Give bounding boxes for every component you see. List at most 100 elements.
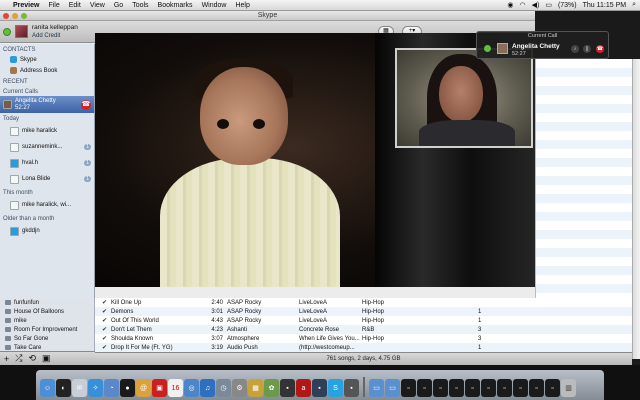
menu-file[interactable]: File <box>48 2 59 9</box>
table-row[interactable]: ✔ Out Of This World 4:43 ASAP Rocky LiveLove… <box>95 316 632 325</box>
presence-status-icon[interactable] <box>3 27 11 36</box>
minimized-window-icon[interactable]: ▫ <box>401 379 416 397</box>
hangup-button[interactable]: ☎ <box>81 99 91 110</box>
zoom-window-icon[interactable] <box>21 13 27 19</box>
checkbox-icon[interactable]: ✔ <box>102 299 107 306</box>
add-credit-link[interactable]: Add Credit <box>32 32 78 40</box>
track-genre: Hip-Hop <box>362 308 385 315</box>
table-row[interactable]: ✔ Don't Let Them 4:23 Ashanti Concrete Rose R… <box>95 325 632 334</box>
playlist-item[interactable]: House Of Balloons <box>0 307 94 316</box>
artwork-icon[interactable]: ▣ <box>42 353 51 364</box>
playlist-item[interactable]: mike <box>0 316 94 325</box>
menu-go[interactable]: Go <box>114 2 123 9</box>
app-icon[interactable]: ▪ <box>280 379 295 397</box>
ichat-icon[interactable]: ◔ <box>104 379 119 397</box>
sidebar-item-recent[interactable]: mike haralick <box>0 123 94 139</box>
sidebar-item-recent[interactable]: Lona Blide 1 <box>0 171 94 187</box>
sidebar-item-address-book[interactable]: Address Book <box>0 65 94 76</box>
add-playlist-icon[interactable]: + <box>4 354 9 364</box>
lastfm-icon[interactable]: a <box>296 379 311 397</box>
hud-hangup-button[interactable]: ☎ <box>596 45 604 53</box>
ical-icon[interactable]: 16 <box>168 379 183 397</box>
checkbox-icon[interactable]: ✔ <box>102 326 107 333</box>
minimize-window-icon[interactable] <box>12 13 18 19</box>
checkbox-icon[interactable]: ✔ <box>102 308 107 315</box>
playlist-icon <box>5 336 11 341</box>
repeat-icon[interactable]: ⟲ <box>28 353 36 364</box>
sidebar-item-skype[interactable]: Skype <box>0 54 94 65</box>
mail-icon[interactable]: ✉ <box>72 379 87 397</box>
minimized-window-icon[interactable]: ▫ <box>513 379 528 397</box>
table-row[interactable]: ✔ Kill One Up 2:40 ASAP Rocky LiveLoveA Hip-H… <box>95 298 632 307</box>
battery-icon[interactable]: ▭ <box>545 1 552 9</box>
shuffle-icon[interactable]: ⤮ <box>15 353 22 364</box>
address-book-dock-icon[interactable]: @ <box>136 379 151 397</box>
documents-folder-icon[interactable]: ▭ <box>385 379 400 397</box>
time-machine-icon[interactable]: ◷ <box>216 379 231 397</box>
sidebar-item-recent[interactable]: gkddjn <box>0 223 94 239</box>
minimized-window-icon[interactable]: ▫ <box>449 379 464 397</box>
minimized-window-icon[interactable]: ▫ <box>417 379 432 397</box>
checkbox-icon[interactable]: ✔ <box>102 335 107 342</box>
minimized-window-icon[interactable]: ▫ <box>433 379 448 397</box>
menu-edit[interactable]: Edit <box>69 2 81 9</box>
user-avatar[interactable] <box>15 25 28 38</box>
app-icon[interactable]: ▪ <box>344 379 359 397</box>
table-row[interactable]: ✔ Shoulda Known 3:07 Atmosphere When Life Gi… <box>95 334 632 343</box>
skype-status-icon[interactable]: ◉ <box>507 1 513 9</box>
table-row[interactable]: ✔ Demons 3:01 ASAP Rocky LiveLoveA Hip-Hop 1 <box>95 307 632 316</box>
playlist-item[interactable]: So Far Gone <box>0 334 94 343</box>
menu-bookmarks[interactable]: Bookmarks <box>158 2 193 9</box>
camera-icon[interactable]: ● <box>120 379 135 397</box>
minimized-window-icon[interactable]: ▫ <box>545 379 560 397</box>
sidebar-item-recent[interactable]: mike haralick, wi... <box>0 197 94 213</box>
checkbox-icon[interactable]: ✔ <box>102 344 107 351</box>
checkbox-icon[interactable]: ✔ <box>102 317 107 324</box>
mute-mic-button[interactable]: ♪ <box>571 45 579 53</box>
applications-folder-icon[interactable]: ▭ <box>369 379 384 397</box>
clock[interactable]: Thu 11:15 PM <box>583 2 626 9</box>
menu-app-name[interactable]: Preview <box>13 2 39 9</box>
track-time: 4:43 <box>211 317 223 324</box>
playlist-item[interactable]: Room For Improvement <box>0 325 94 334</box>
itunes-icon[interactable]: ♫ <box>200 379 215 397</box>
sidebar-item-recent[interactable]: suzannemink... 1 <box>0 139 94 155</box>
minimized-window-icon[interactable]: ▫ <box>465 379 480 397</box>
sidebar-item-label: suzannemink... <box>22 144 63 150</box>
photobooth-icon[interactable]: ▣ <box>152 379 167 397</box>
self-view-video[interactable] <box>395 48 533 148</box>
table-row[interactable]: ✔ Drop It For Me (Ft. YG) 3:19 Audio Push (h… <box>95 343 632 352</box>
system-preferences-icon[interactable]: ⚙ <box>232 379 247 397</box>
wifi-icon[interactable]: ◠ <box>519 1 525 9</box>
trash-icon[interactable]: ▥ <box>561 379 576 397</box>
skype-title-bar[interactable]: Skype <box>0 11 535 21</box>
spotlight-icon[interactable]: ⌕ <box>632 1 636 9</box>
safari-icon[interactable]: ✧ <box>88 379 103 397</box>
track-name: Out Of This World <box>111 317 159 324</box>
minimized-window-icon[interactable]: ▫ <box>529 379 544 397</box>
playlist-item[interactable]: funfunfun <box>0 298 94 307</box>
minimized-window-icon[interactable]: ▫ <box>497 379 512 397</box>
current-call-hud[interactable]: Current Call Angelita Chetty 52:27 ♪ ∥ ☎ <box>476 31 609 59</box>
finder-icon[interactable]: ☺ <box>40 379 55 397</box>
volume-icon[interactable]: ◀) <box>532 1 540 9</box>
menu-tools[interactable]: Tools <box>132 2 148 9</box>
sidebar-item-recent[interactable]: hval.h 1 <box>0 155 94 171</box>
iphoto-icon[interactable]: ✿ <box>264 379 279 397</box>
menu-window[interactable]: Window <box>202 2 227 9</box>
preview-icon[interactable]: ◎ <box>184 379 199 397</box>
minimized-window-icon[interactable]: ▫ <box>481 379 496 397</box>
itunes-scrollbar[interactable] <box>632 59 640 359</box>
skype-dock-icon[interactable]: S <box>328 379 343 397</box>
menu-view[interactable]: View <box>90 2 105 9</box>
download-icon <box>10 226 19 236</box>
app-icon[interactable]: ▪ <box>312 379 327 397</box>
sidebar-item-current-call[interactable]: Angelita Chetty 52:27 ☎ <box>0 96 94 113</box>
hold-button[interactable]: ∥ <box>583 45 591 53</box>
close-window-icon[interactable] <box>3 13 9 19</box>
menu-help[interactable]: Help <box>235 2 249 9</box>
photo-icon[interactable]: ▦ <box>248 379 263 397</box>
user-block[interactable]: ranita kelleppan Add Credit <box>32 24 78 40</box>
dashboard-icon[interactable]: ◐ <box>56 379 71 397</box>
hud-presence-icon <box>484 45 491 52</box>
